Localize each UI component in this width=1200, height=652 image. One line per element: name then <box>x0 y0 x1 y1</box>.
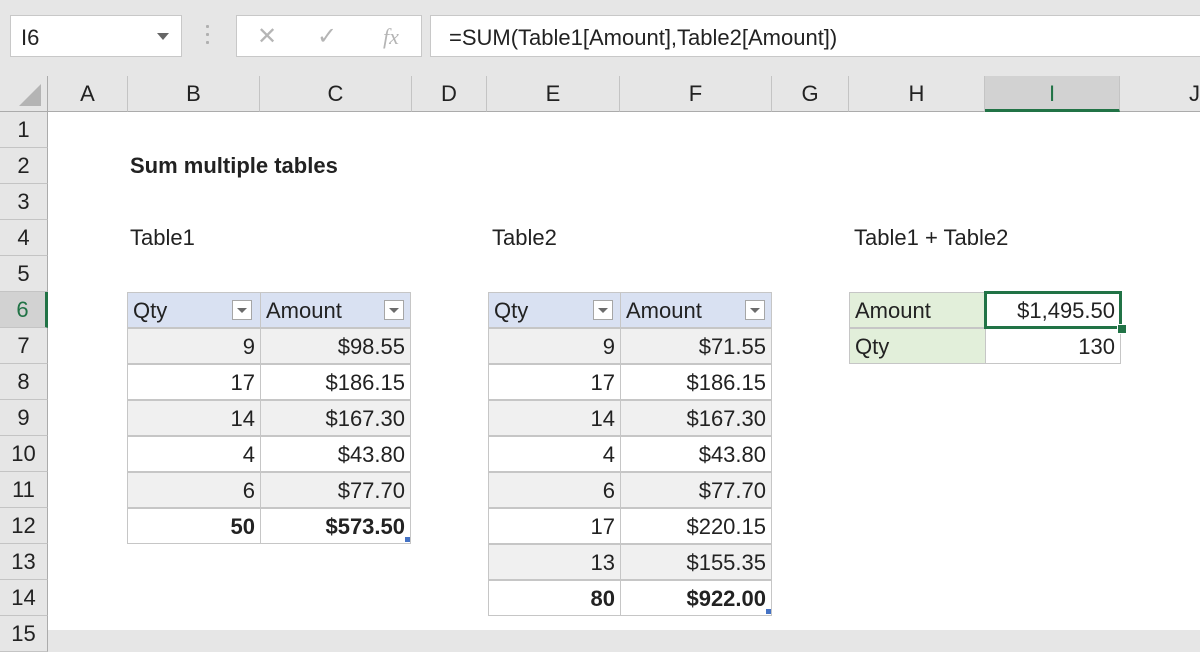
header-label: Amount <box>626 298 702 323</box>
table2-header-qty[interactable]: Qty <box>488 292 621 328</box>
table2-amount-cell[interactable]: $43.80 <box>620 436 772 472</box>
table1-total-amount[interactable]: $573.50 <box>260 508 411 544</box>
name-box[interactable]: I6 <box>10 15 182 57</box>
column-header-h[interactable]: H <box>849 76 985 112</box>
select-all-button[interactable] <box>0 76 48 112</box>
column-header-b[interactable]: B <box>128 76 260 112</box>
table2-qty-cell[interactable]: 4 <box>488 436 621 472</box>
table2-qty-cell[interactable]: 17 <box>488 508 621 544</box>
fill-handle[interactable] <box>1117 324 1127 334</box>
header-label: Qty <box>133 298 168 323</box>
row-header-2[interactable]: 2 <box>0 148 48 184</box>
table-resize-handle[interactable] <box>766 609 771 614</box>
table2-amount-cell[interactable]: $220.15 <box>620 508 772 544</box>
row-header-9[interactable]: 9 <box>0 400 48 436</box>
table2-qty-cell[interactable]: 6 <box>488 472 621 508</box>
column-header-d[interactable]: D <box>412 76 487 112</box>
filter-dropdown-icon[interactable] <box>384 300 404 320</box>
row-header-7[interactable]: 7 <box>0 328 48 364</box>
column-header-c[interactable]: C <box>260 76 412 112</box>
formula-input[interactable]: =SUM(Table1[Amount],Table2[Amount]) <box>430 15 1200 57</box>
filter-dropdown-icon[interactable] <box>232 300 252 320</box>
row-header-10[interactable]: 10 <box>0 436 48 472</box>
table2-total-amount[interactable]: $922.00 <box>620 580 772 616</box>
row-header-12[interactable]: 12 <box>0 508 48 544</box>
table2-qty-cell[interactable]: 13 <box>488 544 621 580</box>
filter-dropdown-icon[interactable] <box>593 300 613 320</box>
summary-label: Table1 + Table2 <box>854 225 1009 250</box>
row-header-15[interactable]: 15 <box>0 616 48 652</box>
table1-total-qty[interactable]: 50 <box>127 508 261 544</box>
column-header-g[interactable]: G <box>772 76 849 112</box>
row-header-4[interactable]: 4 <box>0 220 48 256</box>
insert-function-icon[interactable]: fx <box>383 24 399 50</box>
enter-icon[interactable]: ✓ <box>317 22 337 51</box>
row-header-11[interactable]: 11 <box>0 472 48 508</box>
table-resize-handle[interactable] <box>405 537 410 542</box>
table2-amount-cell[interactable]: $167.30 <box>620 400 772 436</box>
filter-dropdown-icon[interactable] <box>745 300 765 320</box>
table1-qty-cell[interactable]: 9 <box>127 328 261 364</box>
table1-amount-cell[interactable]: $167.30 <box>260 400 411 436</box>
table2-header-amount[interactable]: Amount <box>620 292 772 328</box>
table2-qty-cell[interactable]: 9 <box>488 328 621 364</box>
table2-total-qty[interactable]: 80 <box>488 580 621 616</box>
table2-amount-cell[interactable]: $186.15 <box>620 364 772 400</box>
row-header-6[interactable]: 6 <box>0 292 48 328</box>
row-header-8[interactable]: 8 <box>0 364 48 400</box>
column-header-f[interactable]: F <box>620 76 772 112</box>
row-header-5[interactable]: 5 <box>0 256 48 292</box>
formula-buttons: ✕ ✓ fx <box>236 15 422 57</box>
select-all-icon <box>19 84 41 106</box>
table2-qty-cell[interactable]: 14 <box>488 400 621 436</box>
row-header-1[interactable]: 1 <box>0 112 48 148</box>
chevron-down-icon[interactable] <box>157 33 169 40</box>
table2-qty-cell[interactable]: 17 <box>488 364 621 400</box>
summary-amount-value[interactable]: $1,495.50 <box>985 292 1121 328</box>
table1-header-qty[interactable]: Qty <box>127 292 261 328</box>
table1-amount-cell[interactable]: $186.15 <box>260 364 411 400</box>
table1-qty-cell[interactable]: 6 <box>127 472 261 508</box>
table1-label: Table1 <box>130 225 195 250</box>
row-header-3[interactable]: 3 <box>0 184 48 220</box>
cancel-icon[interactable]: ✕ <box>257 22 277 51</box>
formula-text: =SUM(Table1[Amount],Table2[Amount]) <box>449 25 838 50</box>
row-header-14[interactable]: 14 <box>0 580 48 616</box>
summary-amount-label[interactable]: Amount <box>849 292 986 328</box>
table1-amount-cell[interactable]: $43.80 <box>260 436 411 472</box>
column-header-e[interactable]: E <box>487 76 620 112</box>
table2-amount-cell[interactable]: $77.70 <box>620 472 772 508</box>
row-header-13[interactable]: 13 <box>0 544 48 580</box>
column-header-a[interactable]: A <box>48 76 128 112</box>
summary-qty-label[interactable]: Qty <box>849 328 986 364</box>
table1-header-amount[interactable]: Amount <box>260 292 411 328</box>
table2-label: Table2 <box>492 225 557 250</box>
header-label: Qty <box>494 298 529 323</box>
summary-qty-value[interactable]: 130 <box>985 328 1121 364</box>
column-header-j[interactable]: J <box>1120 76 1200 112</box>
table1-qty-cell[interactable]: 14 <box>127 400 261 436</box>
table1-qty-cell[interactable]: 4 <box>127 436 261 472</box>
table1-qty-cell[interactable]: 17 <box>127 364 261 400</box>
name-box-value: I6 <box>21 25 40 50</box>
table2-amount-cell[interactable]: $155.35 <box>620 544 772 580</box>
sheet-title: Sum multiple tables <box>130 153 338 178</box>
table1-amount-cell[interactable]: $98.55 <box>260 328 411 364</box>
table1-amount-cell[interactable]: $77.70 <box>260 472 411 508</box>
grip-handle-icon[interactable] <box>206 25 210 47</box>
header-label: Amount <box>266 298 342 323</box>
column-header-i[interactable]: I <box>985 76 1120 112</box>
table2-amount-cell[interactable]: $71.55 <box>620 328 772 364</box>
